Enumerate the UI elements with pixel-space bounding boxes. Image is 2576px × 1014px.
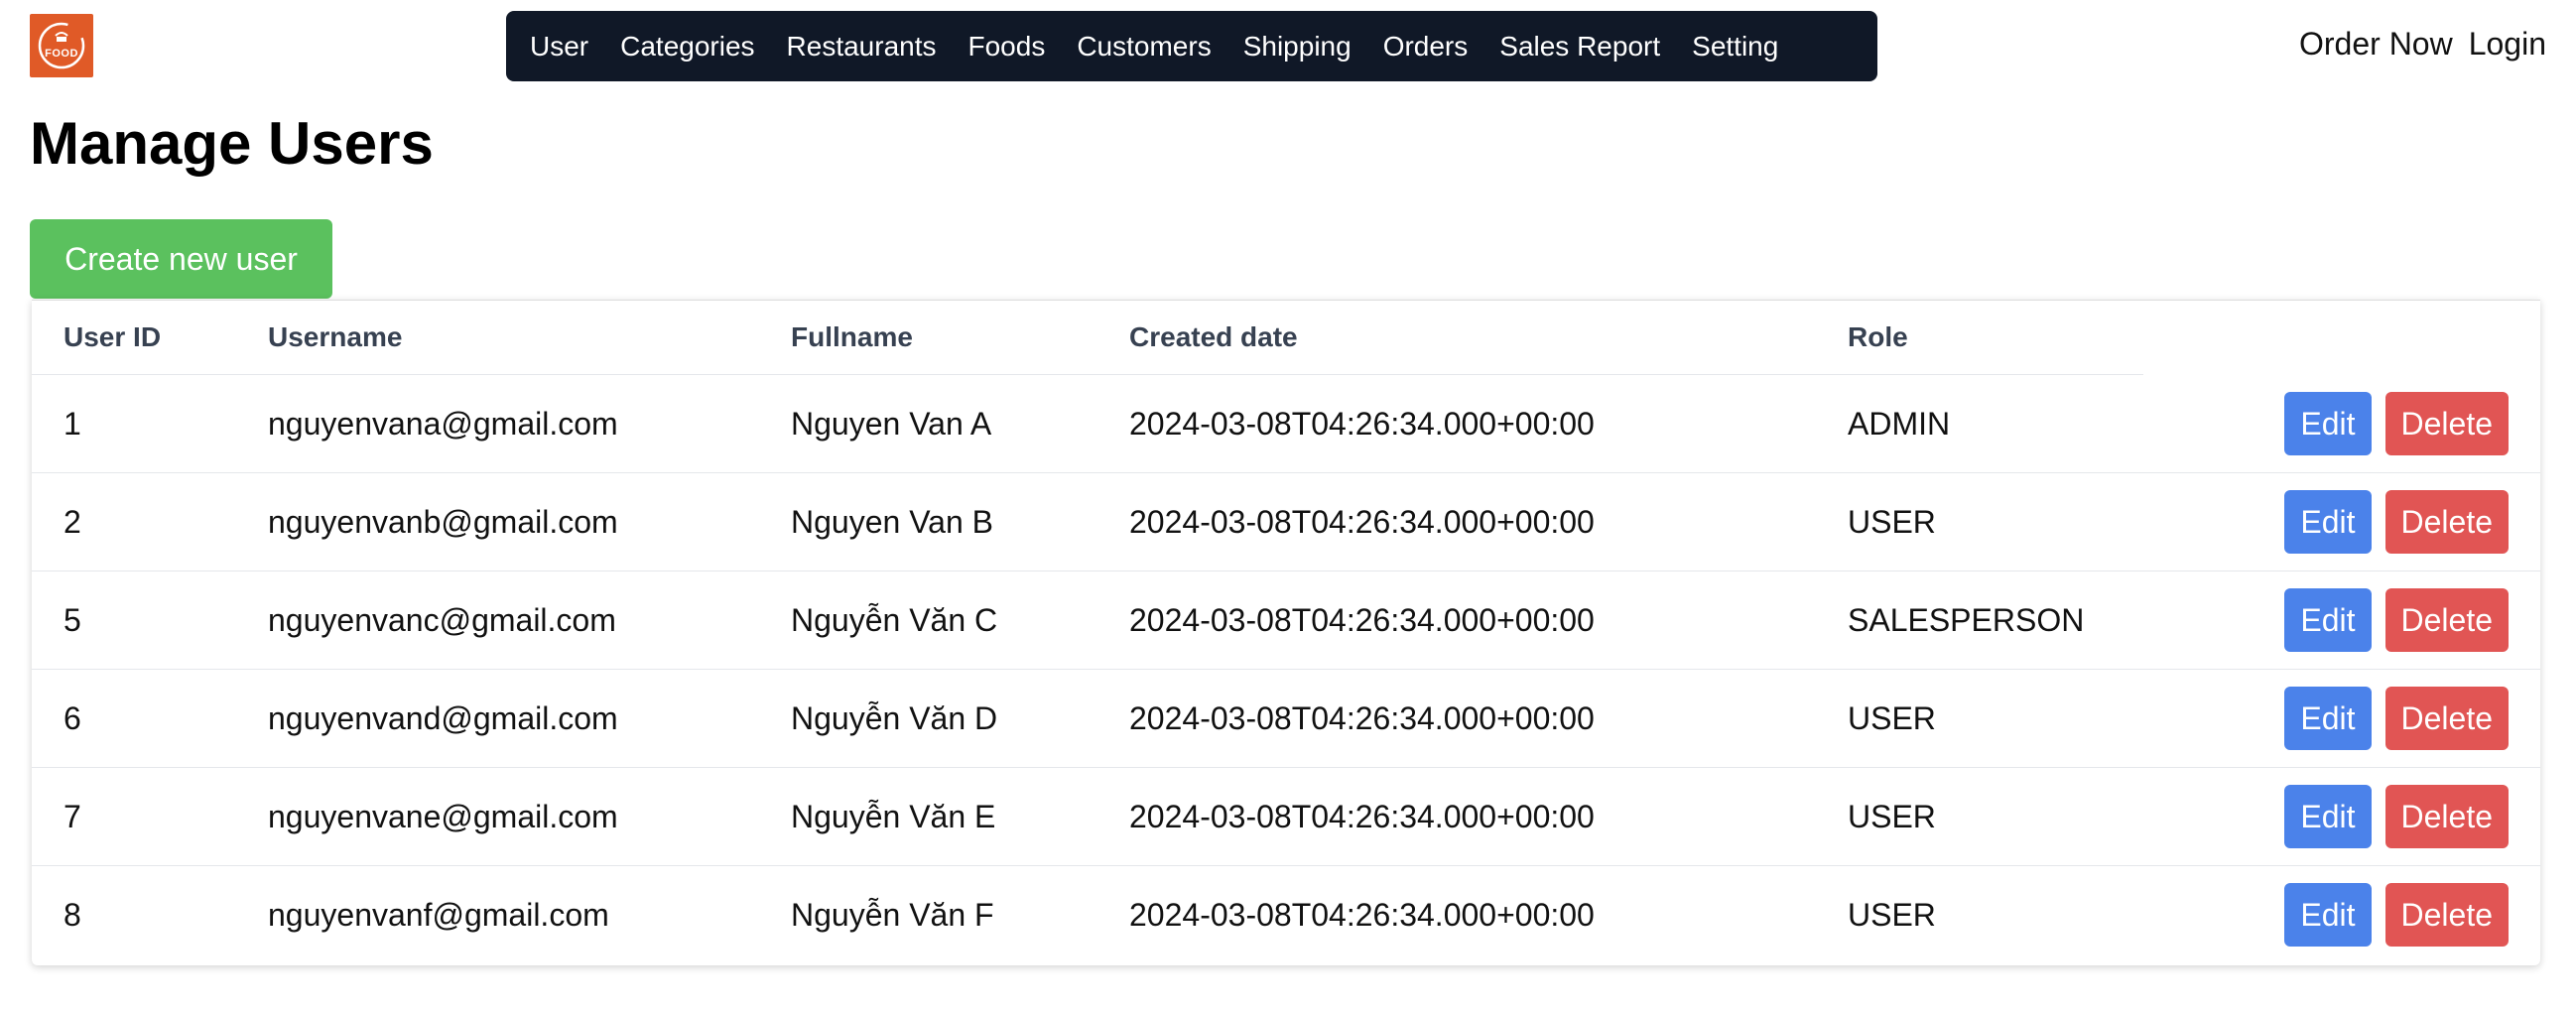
- cell-role: SALESPERSON: [1816, 570, 2143, 670]
- cell-fullname: Nguyen Van A: [759, 374, 1097, 473]
- cell-actions: Edit Delete: [2143, 570, 2540, 670]
- cell-created-date: 2024-03-08T04:26:34.000+00:00: [1097, 374, 1816, 473]
- cell-username: nguyenvanb@gmail.com: [236, 472, 759, 571]
- nav-item-customers[interactable]: Customers: [1077, 31, 1211, 63]
- cell-username: nguyenvanc@gmail.com: [236, 570, 759, 670]
- cell-role: USER: [1816, 472, 2143, 571]
- header-user-id: User ID: [32, 301, 236, 375]
- nav-item-sales-report[interactable]: Sales Report: [1499, 31, 1660, 63]
- delete-button[interactable]: Delete: [2384, 785, 2509, 848]
- cell-actions: Edit Delete: [2143, 374, 2540, 473]
- cell-fullname: Nguyen Van B: [759, 472, 1097, 571]
- cell-username: nguyenvanf@gmail.com: [268, 896, 609, 933]
- cell-created-date: 2024-03-08T04:26:34.000+00:00: [1097, 767, 1816, 866]
- header-role: Role: [1816, 301, 2143, 375]
- cell-actions: Edit Delete: [2143, 472, 2540, 571]
- table-row: 6 nguyenvand@gmail.com Nguyễn Văn D 2024…: [32, 669, 2540, 768]
- delete-button[interactable]: Delete: [2384, 391, 2509, 455]
- header-actions: [2143, 301, 2540, 375]
- nav-item-setting[interactable]: Setting: [1692, 31, 1778, 63]
- table-row: 5 nguyenvanc@gmail.com Nguyễn Văn C 2024…: [32, 570, 2540, 670]
- table-row: 8 nguyenvanf@gmail.com Nguyễn Văn F 2024…: [32, 866, 2540, 964]
- delete-button[interactable]: Delete: [2384, 687, 2509, 750]
- nav-item-user[interactable]: User: [530, 31, 588, 63]
- edit-button[interactable]: Edit: [2284, 490, 2372, 554]
- cell-created-date: 2024-03-08T04:26:34.000+00:00: [1097, 669, 1816, 768]
- edit-button[interactable]: Edit: [2284, 588, 2372, 652]
- cell-username: nguyenvand@gmail.com: [236, 669, 759, 768]
- cell-username: nguyenvana@gmail.com: [236, 374, 759, 473]
- nav-item-restaurants[interactable]: Restaurants: [787, 31, 937, 63]
- edit-button[interactable]: Edit: [2284, 785, 2372, 848]
- delete-button[interactable]: Delete: [2384, 588, 2509, 652]
- delete-button[interactable]: Delete: [2384, 490, 2509, 554]
- table-row: 2 nguyenvanb@gmail.com Nguyen Van B 2024…: [32, 472, 2540, 571]
- nav-item-foods[interactable]: Foods: [968, 31, 1046, 63]
- cell-username: nguyenvane@gmail.com: [236, 767, 759, 866]
- table-header-row: User ID Username Fullname Created date R…: [32, 301, 2540, 375]
- order-now-link[interactable]: Order Now: [2299, 26, 2453, 63]
- cell-user-id: 6: [32, 669, 236, 768]
- edit-button[interactable]: Edit: [2284, 883, 2372, 947]
- header-fullname: Fullname: [759, 301, 1097, 375]
- cell-created-date: 2024-03-08T04:26:34.000+00:00: [1097, 570, 1816, 670]
- cell-created-date: 2024-03-08T04:26:34.000+00:00: [1129, 896, 1595, 933]
- page-title: Manage Users: [30, 110, 434, 177]
- cell-fullname: Nguyễn Văn E: [759, 767, 1097, 866]
- main-navbar: User Categories Restaurants Foods Custom…: [506, 11, 1877, 81]
- cell-fullname: Nguyễn Văn D: [759, 669, 1097, 768]
- edit-button[interactable]: Edit: [2284, 391, 2372, 455]
- users-table-card: User ID Username Fullname Created date R…: [32, 300, 2540, 965]
- cell-user-id: 5: [32, 570, 236, 670]
- header-created-date: Created date: [1097, 301, 1816, 375]
- cell-role: ADMIN: [1816, 374, 2143, 473]
- cell-actions: Edit Delete: [2143, 866, 2540, 964]
- cell-role: USER: [1816, 767, 2143, 866]
- nav-item-shipping[interactable]: Shipping: [1243, 31, 1352, 63]
- logo-emblem-icon: [38, 22, 85, 69]
- table-row: 1 nguyenvana@gmail.com Nguyen Van A 2024…: [32, 374, 2540, 473]
- nav-item-orders[interactable]: Orders: [1383, 31, 1469, 63]
- cell-fullname: Nguyễn Văn C: [759, 570, 1097, 670]
- cell-user-id: 8: [64, 896, 81, 933]
- cell-user-id: 1: [32, 374, 236, 473]
- edit-button[interactable]: Edit: [2284, 687, 2372, 750]
- delete-button[interactable]: Delete: [2384, 883, 2509, 947]
- login-link[interactable]: Login: [2469, 26, 2546, 63]
- table-row: 7 nguyenvane@gmail.com Nguyễn Văn E 2024…: [32, 767, 2540, 866]
- users-table: User ID Username Fullname Created date R…: [32, 301, 2540, 963]
- create-user-button[interactable]: Create new user: [30, 219, 332, 299]
- cell-role: USER: [1816, 669, 2143, 768]
- cell-role: USER: [1848, 896, 1936, 933]
- nav-item-categories[interactable]: Categories: [620, 31, 754, 63]
- cell-actions: Edit Delete: [2143, 767, 2540, 866]
- brand-logo[interactable]: FOOD: [30, 14, 93, 77]
- cell-created-date: 2024-03-08T04:26:34.000+00:00: [1097, 472, 1816, 571]
- logo-text: FOOD: [45, 48, 78, 60]
- cell-actions: Edit Delete: [2143, 669, 2540, 768]
- top-right-links: Order Now Login: [2299, 26, 2546, 63]
- cell-user-id: 2: [32, 472, 236, 571]
- cell-fullname: Nguyễn Văn F: [791, 896, 994, 933]
- cell-user-id: 7: [32, 767, 236, 866]
- header-username: Username: [236, 301, 759, 375]
